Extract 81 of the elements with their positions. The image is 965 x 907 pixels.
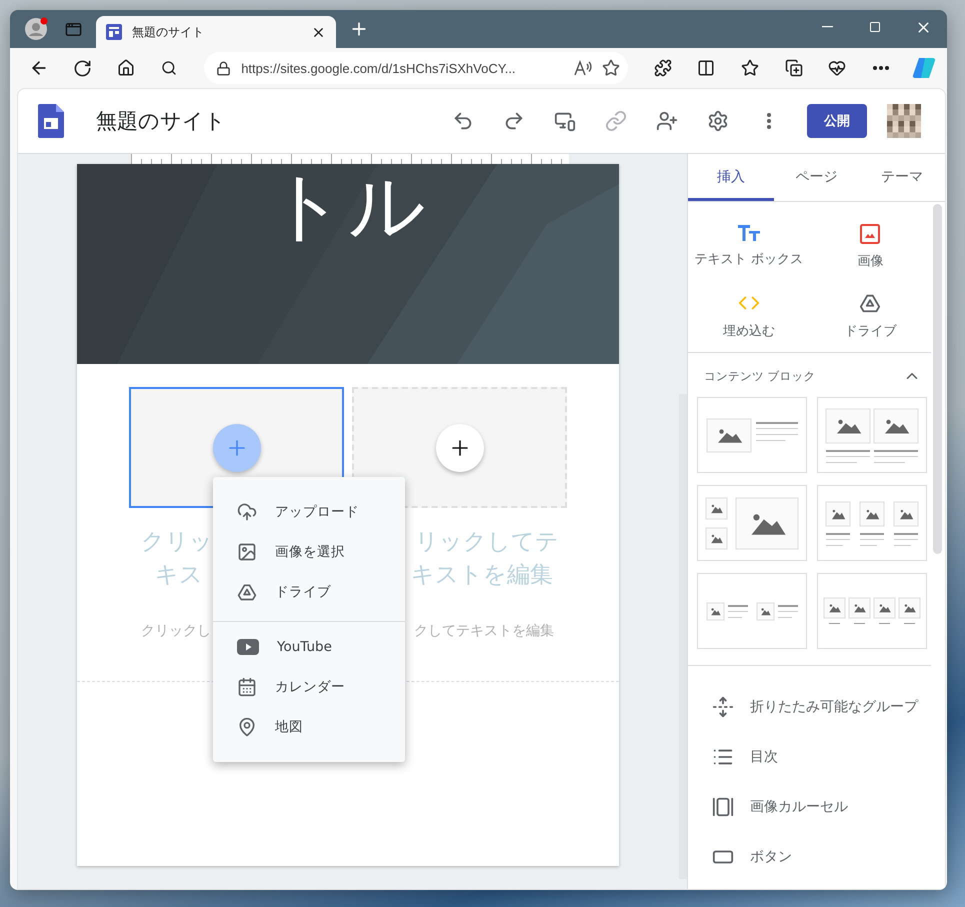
section-title: コンテンツ ブロック: [704, 368, 816, 384]
placeholder-heading: クリッ: [140, 528, 213, 557]
image-icon: [860, 224, 880, 244]
undo-icon: [452, 110, 474, 132]
link-icon: [605, 110, 627, 132]
insert-option[interactable]: ドライブ: [810, 292, 931, 340]
drive-icon: [859, 292, 882, 314]
maximize-icon: [869, 21, 881, 33]
menu-item[interactable]: カレンダー: [213, 667, 405, 707]
menu-item[interactable]: YouTube: [213, 627, 405, 667]
insert-option[interactable]: 埋め込む: [688, 292, 810, 340]
lock-icon: [216, 60, 232, 76]
placeholder-heading: リックしてテ: [415, 528, 560, 557]
menu-item[interactable]: 画像を選択: [213, 532, 405, 572]
sites-logo-icon: [38, 104, 64, 138]
expand-icon: [712, 696, 734, 718]
read-aloud-icon: [574, 60, 592, 76]
avatar-icon: [24, 17, 48, 41]
refresh-icon: [72, 58, 92, 78]
address-bar[interactable]: https://sites.google.com/d/1sHChs7iSXhVoCY...: [204, 52, 628, 84]
settings-icon: [707, 110, 729, 132]
layout-icon: [825, 408, 919, 462]
text-icon: [738, 224, 760, 242]
url-text: https://sites.google.com/d/1sHChs7iSXhVoCY...: [241, 60, 517, 76]
play-icon: [237, 639, 259, 655]
layout-option[interactable]: [697, 485, 807, 561]
insert-option[interactable]: 画像: [810, 224, 931, 270]
collections-icon: [784, 59, 802, 77]
minimize-icon: [822, 26, 832, 28]
component-option[interactable]: 折りたたみ可能なグループ: [688, 682, 931, 732]
home-icon: [116, 59, 135, 77]
placeholder-text: クしてテキストを編集: [414, 622, 555, 640]
more-icon: [872, 66, 889, 70]
panel-tab[interactable]: テーマ: [859, 154, 945, 201]
hero-title: トル: [268, 168, 428, 244]
layout-option[interactable]: [817, 397, 927, 473]
insert-option[interactable]: テキスト ボックス: [688, 224, 810, 270]
menu-item[interactable]: 地図: [213, 707, 405, 747]
image-icon: [237, 542, 257, 562]
browser-tab[interactable]: 無題のサイト: [96, 16, 336, 48]
menu-item[interactable]: ドライブ: [213, 572, 405, 612]
panel-tab[interactable]: ページ: [774, 154, 860, 201]
redo-icon: [503, 110, 525, 132]
layout-icon: [705, 496, 799, 550]
drive-icon: [237, 582, 257, 602]
avatar: [887, 104, 921, 138]
component-option[interactable]: ボタン: [688, 832, 931, 882]
sites-favicon-icon: [106, 24, 122, 40]
menu-item[interactable]: アップロード: [213, 492, 405, 532]
placeholder-heading: キストを編集: [411, 561, 554, 590]
map-pin-icon: [237, 717, 257, 737]
panel-tab[interactable]: 挿入: [688, 154, 774, 201]
component-option[interactable]: 目次: [688, 732, 931, 782]
layout-option[interactable]: [697, 397, 807, 473]
layout-icon: [706, 602, 798, 620]
layout-option[interactable]: [817, 485, 927, 561]
tab-title: 無題のサイト: [132, 24, 205, 40]
more-icon: [767, 113, 771, 129]
component-option[interactable]: 画像カルーセル: [688, 782, 931, 832]
favorite-star-icon: [602, 59, 620, 77]
layout-option[interactable]: [817, 573, 927, 649]
window-icon: [64, 20, 82, 38]
publish-button[interactable]: 公開: [807, 104, 867, 138]
layout-icon: [823, 597, 921, 625]
star-icon: [740, 59, 759, 77]
search-icon: [161, 60, 178, 76]
copilot-icon: [912, 57, 936, 79]
devices-icon: [554, 110, 576, 132]
add-button[interactable]: [436, 424, 484, 472]
placeholder-heading: キス: [154, 561, 203, 590]
split-screen-icon: [697, 59, 716, 77]
carousel-icon: [712, 796, 734, 818]
site-title: 無題のサイト: [96, 108, 227, 135]
puzzle-icon: [654, 59, 672, 77]
add-person-icon: [656, 110, 678, 132]
placeholder-text: クリックし: [140, 622, 211, 640]
layout-icon: [706, 418, 798, 452]
layout-icon: [825, 500, 919, 546]
calendar-icon: [237, 677, 257, 697]
cloud-upload-icon: [237, 502, 257, 522]
heart-pulse-icon: [828, 59, 846, 77]
